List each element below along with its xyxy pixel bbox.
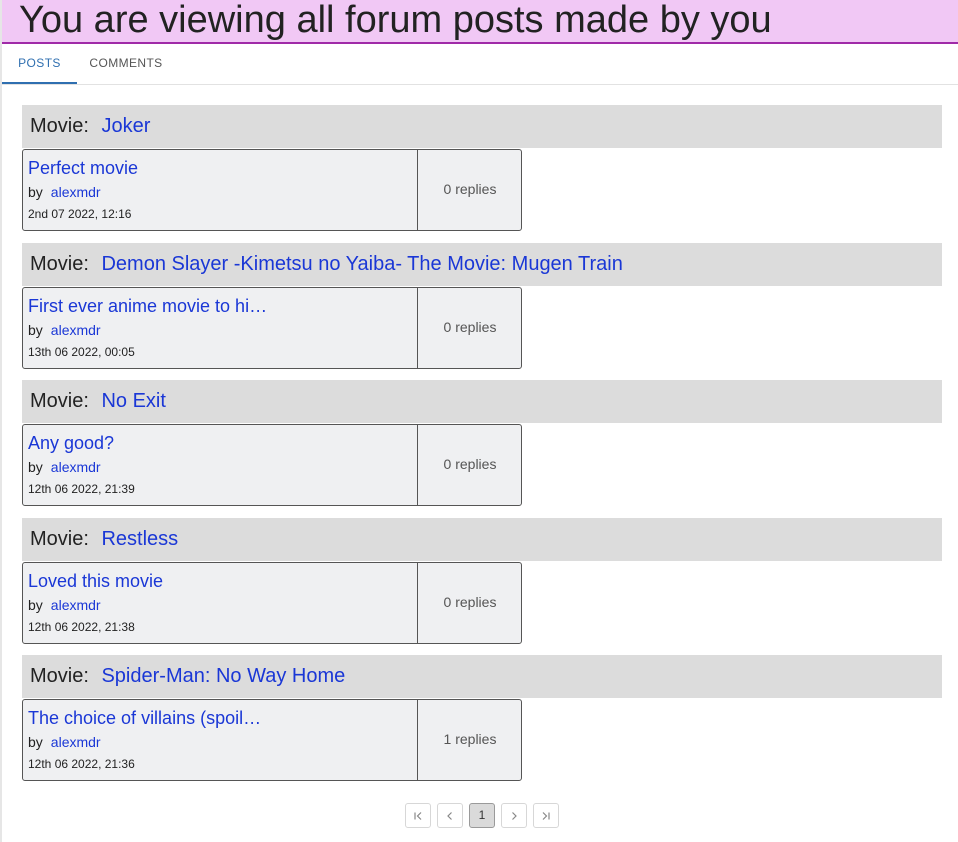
- previous-page-icon: [447, 812, 452, 820]
- post-card: The choice of villains (spoil… by alexmdr…: [22, 699, 522, 781]
- author-link[interactable]: alexmdr: [51, 459, 101, 475]
- movie-header: Movie: No Exit: [22, 380, 942, 423]
- post-card: Perfect movie by alexmdr 2nd 07 2022, 12:…: [22, 149, 522, 231]
- next-page-icon: [512, 812, 517, 820]
- movie-title-link[interactable]: Restless: [101, 528, 178, 550]
- reply-count: 1 replies: [443, 731, 497, 747]
- by-label: by: [28, 597, 43, 613]
- movie-header: Movie: Joker: [22, 105, 942, 148]
- first-page-button[interactable]: [405, 803, 431, 828]
- movie-group: Movie: Spider-Man: No Way Home The choic…: [22, 655, 942, 781]
- post-info: Loved this movie by alexmdr 12th 06 2022,…: [23, 563, 418, 643]
- page-title: You are viewing all forum posts made by …: [19, 0, 772, 41]
- reply-count: 0 replies: [443, 594, 497, 610]
- post-byline: by alexmdr: [28, 734, 101, 750]
- first-page-icon: [414, 812, 422, 820]
- author-link[interactable]: alexmdr: [51, 184, 101, 200]
- by-label: by: [28, 322, 43, 338]
- movie-prefix-label: Movie:: [30, 528, 89, 550]
- post-card: First ever anime movie to hi… by alexmdr …: [22, 287, 522, 369]
- movie-prefix-label: Movie:: [30, 665, 89, 687]
- last-page-button[interactable]: [533, 803, 559, 828]
- movie-header: Movie: Spider-Man: No Way Home: [22, 655, 942, 698]
- movie-header: Movie: Demon Slayer -Kimetsu no Yaiba- T…: [22, 243, 942, 286]
- last-page-icon: [542, 812, 550, 820]
- page-banner: You are viewing all forum posts made by …: [2, 0, 958, 44]
- post-info: The choice of villains (spoil… by alexmdr…: [23, 700, 418, 780]
- reply-count: 0 replies: [443, 319, 497, 335]
- movie-group: Movie: Restless Loved this movie by alexm…: [22, 518, 942, 644]
- post-byline: by alexmdr: [28, 184, 101, 200]
- movie-header: Movie: Restless: [22, 518, 942, 561]
- post-date: 12th 06 2022, 21:39: [28, 482, 135, 496]
- movie-title-link[interactable]: Joker: [101, 115, 150, 137]
- movie-title-link[interactable]: Spider-Man: No Way Home: [101, 665, 345, 687]
- movie-group: Movie: No Exit Any good? by alexmdr 12th …: [22, 380, 942, 506]
- movie-group: Movie: Demon Slayer -Kimetsu no Yaiba- T…: [22, 243, 942, 369]
- movie-title-link[interactable]: Demon Slayer -Kimetsu no Yaiba- The Movi…: [101, 253, 622, 275]
- author-link[interactable]: alexmdr: [51, 734, 101, 750]
- post-info: First ever anime movie to hi… by alexmdr …: [23, 288, 418, 368]
- movie-prefix-label: Movie:: [30, 253, 89, 275]
- movie-prefix-label: Movie:: [30, 115, 89, 137]
- author-link[interactable]: alexmdr: [51, 597, 101, 613]
- post-title-link[interactable]: Any good?: [28, 433, 408, 454]
- post-card: Any good? by alexmdr 12th 06 2022, 21:39 …: [22, 424, 522, 506]
- post-info: Perfect movie by alexmdr 2nd 07 2022, 12:…: [23, 150, 418, 230]
- tab-posts[interactable]: POSTS: [2, 44, 77, 84]
- by-label: by: [28, 734, 43, 750]
- by-label: by: [28, 184, 43, 200]
- post-date: 2nd 07 2022, 12:16: [28, 207, 132, 221]
- movie-title-link[interactable]: No Exit: [101, 390, 165, 412]
- page-1-button[interactable]: 1: [469, 803, 495, 828]
- reply-count: 0 replies: [443, 181, 497, 197]
- post-title-link[interactable]: First ever anime movie to hi…: [28, 296, 408, 317]
- post-date: 12th 06 2022, 21:38: [28, 620, 135, 634]
- post-title-link[interactable]: Loved this movie: [28, 571, 408, 592]
- movie-group: Movie: Joker Perfect movie by alexmdr 2nd…: [22, 105, 942, 231]
- post-byline: by alexmdr: [28, 322, 101, 338]
- tab-bar: POSTS COMMENTS: [2, 44, 958, 85]
- post-title-link[interactable]: The choice of villains (spoil…: [28, 708, 408, 729]
- post-card: Loved this movie by alexmdr 12th 06 2022,…: [22, 562, 522, 644]
- post-title-link[interactable]: Perfect movie: [28, 158, 408, 179]
- left-edge-rule: [0, 0, 2, 842]
- reply-count: 0 replies: [443, 456, 497, 472]
- post-byline: by alexmdr: [28, 459, 101, 475]
- tab-comments[interactable]: COMMENTS: [77, 44, 175, 84]
- author-link[interactable]: alexmdr: [51, 322, 101, 338]
- post-date: 13th 06 2022, 00:05: [28, 345, 135, 359]
- post-info: Any good? by alexmdr 12th 06 2022, 21:39: [23, 425, 418, 505]
- movie-prefix-label: Movie:: [30, 390, 89, 412]
- post-byline: by alexmdr: [28, 597, 101, 613]
- next-page-button[interactable]: [501, 803, 527, 828]
- by-label: by: [28, 459, 43, 475]
- previous-page-button[interactable]: [437, 803, 463, 828]
- post-date: 12th 06 2022, 21:36: [28, 757, 135, 771]
